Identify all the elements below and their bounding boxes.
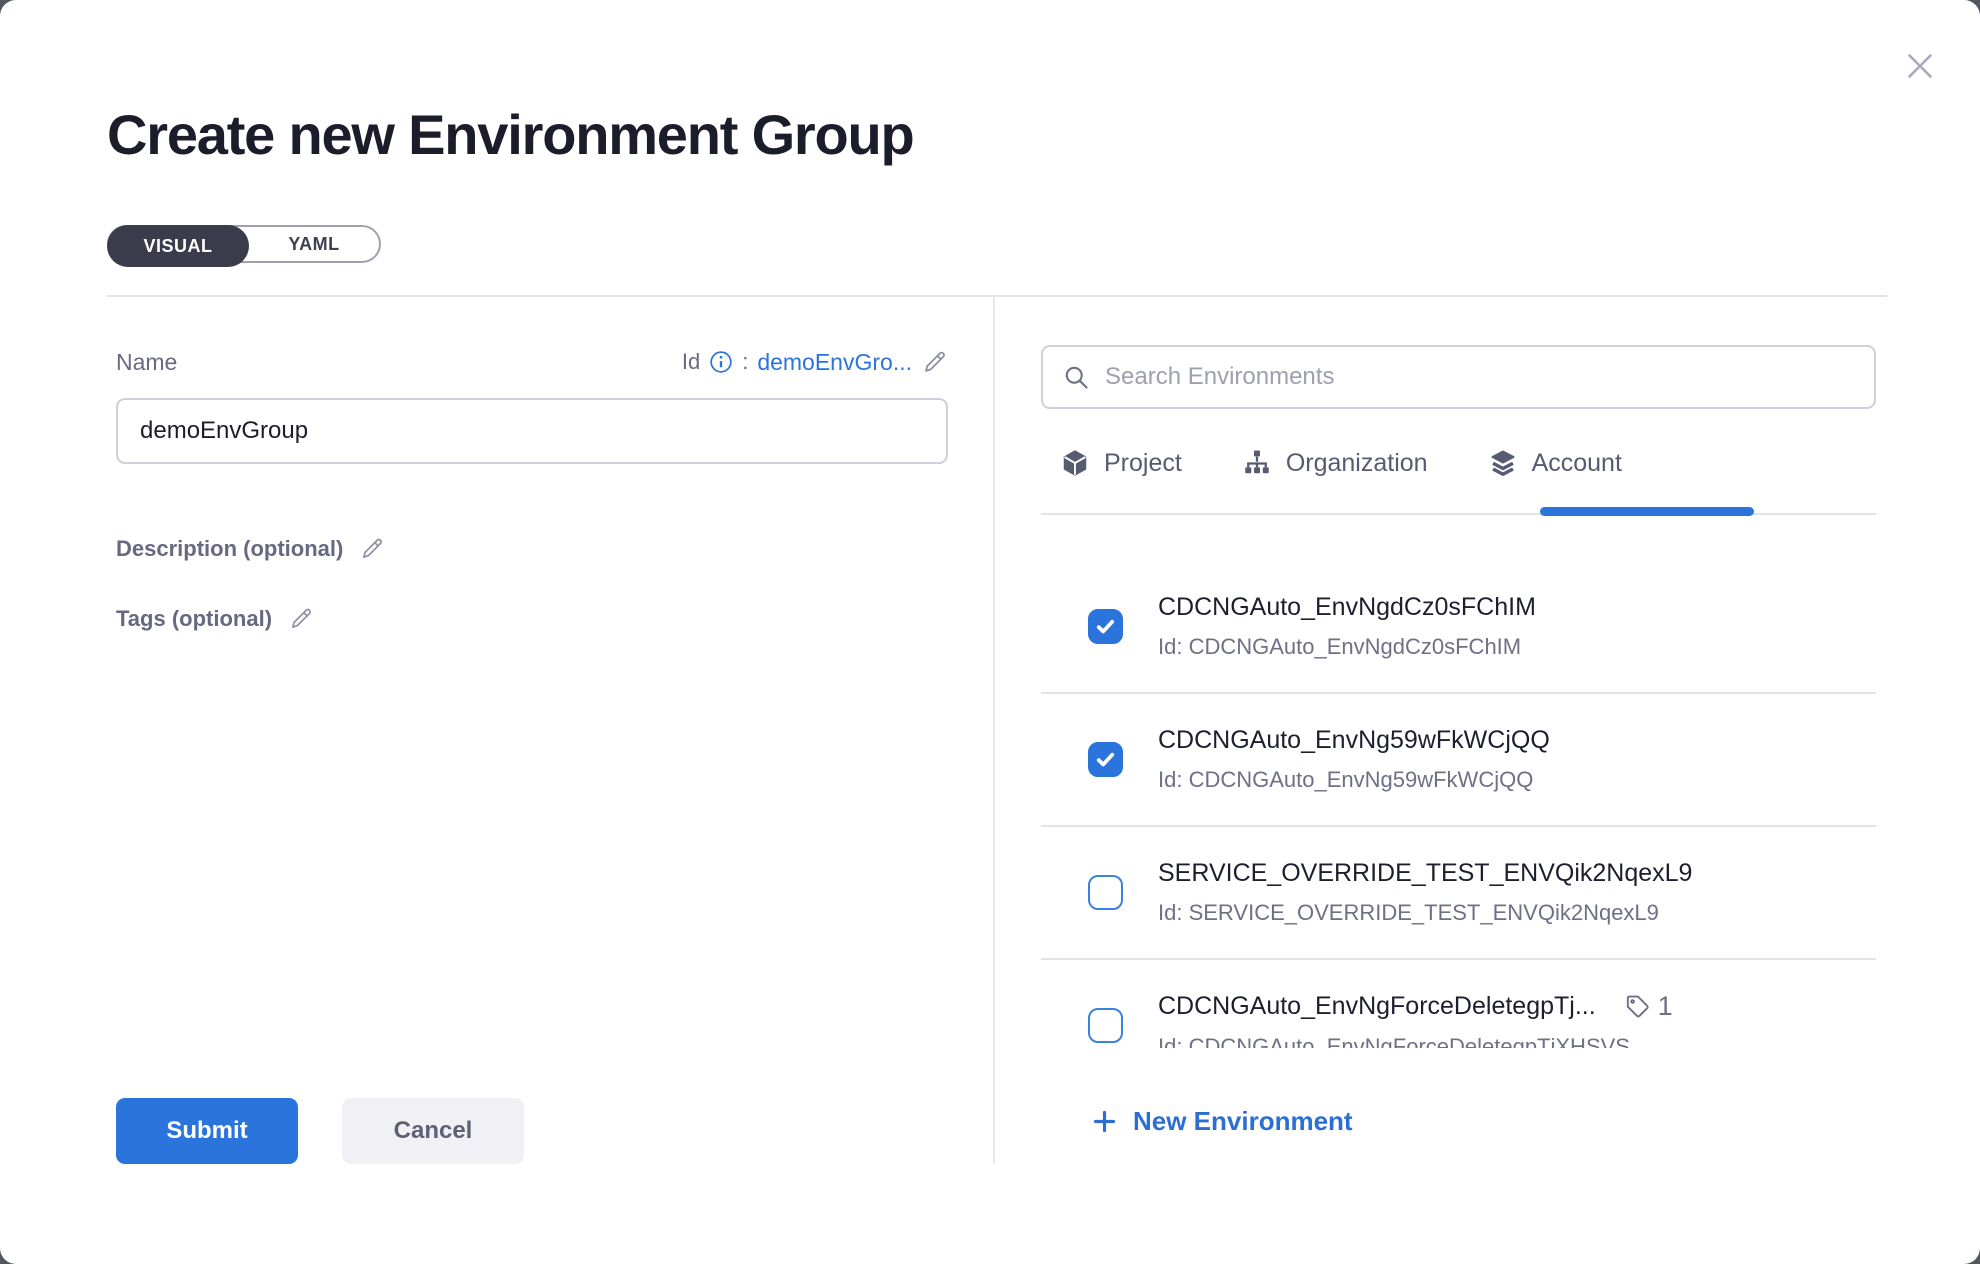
environment-name: SERVICE_OVERRIDE_TEST_ENVQik2NqexL9 <box>1158 859 1692 888</box>
tags-label: Tags (optional) <box>116 606 272 632</box>
close-icon[interactable] <box>1896 42 1944 90</box>
search-environments-box <box>1041 345 1876 409</box>
environment-row[interactable]: CDCNGAuto_EnvNgForceDeletegpTj... 1 Id: … <box>1041 960 1876 1048</box>
environment-name: CDCNGAuto_EnvNgForceDeletegpTj... <box>1158 992 1596 1021</box>
tab-yaml[interactable]: YAML <box>249 227 379 261</box>
environment-id: Id: SERVICE_OVERRIDE_TEST_ENVQik2NqexL9 <box>1158 900 1692 926</box>
dialog-title: Create new Environment Group <box>107 102 914 167</box>
tab-project[interactable]: Project <box>1060 448 1182 478</box>
visual-yaml-toggle: VISUAL YAML <box>107 225 381 263</box>
hierarchy-icon <box>1242 448 1272 478</box>
environment-checkbox[interactable] <box>1088 742 1123 777</box>
tag-count: 1 <box>1658 991 1673 1022</box>
plus-icon <box>1091 1108 1118 1135</box>
environment-row[interactable]: SERVICE_OVERRIDE_TEST_ENVQik2NqexL9 Id: … <box>1041 827 1876 960</box>
submit-button[interactable]: Submit <box>116 1098 298 1164</box>
description-label: Description (optional) <box>116 536 343 562</box>
tag-count-badge: 1 <box>1624 991 1673 1022</box>
search-environments-input[interactable] <box>1105 363 1855 391</box>
tab-organization[interactable]: Organization <box>1242 448 1428 478</box>
tab-organization-label: Organization <box>1286 449 1428 478</box>
description-row: Description (optional) <box>116 536 385 562</box>
id-label: Id <box>682 349 700 375</box>
environment-row[interactable]: CDCNGAuto_EnvNg59wFkWCjQQ Id: CDCNGAuto_… <box>1041 694 1876 827</box>
new-environment-button[interactable]: New Environment <box>1091 1106 1353 1137</box>
environment-checkbox[interactable] <box>1088 1008 1123 1043</box>
tab-visual[interactable]: VISUAL <box>107 225 249 267</box>
new-environment-label: New Environment <box>1133 1106 1353 1137</box>
edit-id-icon[interactable] <box>921 349 948 376</box>
environment-group-id-value[interactable]: demoEnvGro... <box>757 349 912 376</box>
cube-icon <box>1060 448 1090 478</box>
environment-name: CDCNGAuto_EnvNg59wFkWCjQQ <box>1158 726 1550 755</box>
environment-id: Id: CDCNGAuto_EnvNgForceDeletegpTjXHSVS <box>1158 1034 1673 1048</box>
name-input[interactable] <box>116 398 948 464</box>
environment-id: Id: CDCNGAuto_EnvNg59wFkWCjQQ <box>1158 767 1550 793</box>
tab-project-label: Project <box>1104 449 1182 478</box>
environment-checkbox[interactable] <box>1088 609 1123 644</box>
column-divider <box>993 297 995 1164</box>
name-label: Name <box>116 349 177 376</box>
tab-account-label: Account <box>1532 449 1622 478</box>
create-env-group-dialog: Create new Environment Group VISUAL YAML… <box>0 0 1980 1264</box>
name-id-row: Name Id : demoEnvGro... <box>116 345 948 379</box>
environment-checkbox[interactable] <box>1088 875 1123 910</box>
info-icon[interactable] <box>709 350 733 374</box>
environment-name: CDCNGAuto_EnvNgdCz0sFChIM <box>1158 593 1536 622</box>
tab-account[interactable]: Account <box>1488 448 1622 478</box>
environment-id: Id: CDCNGAuto_EnvNgdCz0sFChIM <box>1158 634 1536 660</box>
search-icon <box>1062 363 1090 391</box>
layers-icon <box>1488 448 1518 478</box>
environments-list: CDCNGAuto_EnvNgdCz0sFChIM Id: CDCNGAuto_… <box>1041 516 1876 1048</box>
edit-tags-icon[interactable] <box>288 606 314 632</box>
cancel-button[interactable]: Cancel <box>342 1098 524 1164</box>
tag-icon <box>1624 993 1651 1020</box>
tags-row: Tags (optional) <box>116 606 314 632</box>
edit-description-icon[interactable] <box>359 536 385 562</box>
active-tab-underline <box>1540 507 1754 516</box>
header-divider <box>107 295 1887 297</box>
scope-tabs: Project Organization Account <box>1060 448 1622 478</box>
id-group: Id : demoEnvGro... <box>682 349 948 376</box>
id-separator: : <box>742 349 748 375</box>
environment-row[interactable]: CDCNGAuto_EnvNgdCz0sFChIM Id: CDCNGAuto_… <box>1041 561 1876 694</box>
